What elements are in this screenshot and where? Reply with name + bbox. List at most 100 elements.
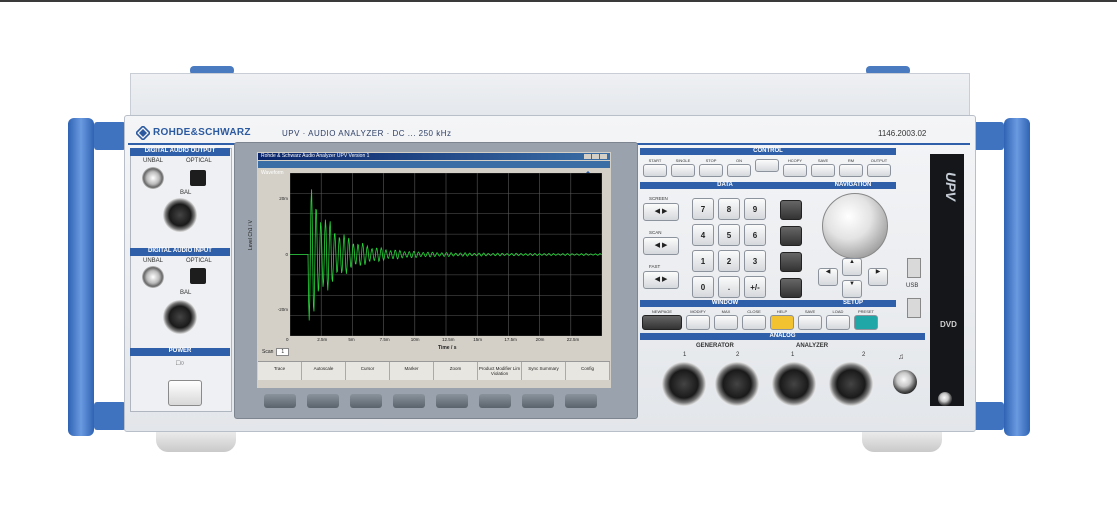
y-tick-layer: 20m 0 -20m bbox=[266, 173, 288, 336]
brand-logo bbox=[134, 124, 152, 142]
control-key-2[interactable]: SINGLE bbox=[671, 158, 695, 180]
window-key-cap[interactable] bbox=[854, 315, 878, 330]
window-key-5[interactable]: HELP bbox=[770, 309, 794, 331]
window-controls[interactable] bbox=[584, 154, 608, 159]
control-key-1[interactable]: START bbox=[643, 158, 667, 180]
control-key-row: START SINGLE STOP ON HCOPY SAVE RM OUTPUT bbox=[643, 158, 895, 180]
window-key-3[interactable]: MAX bbox=[714, 309, 738, 331]
softkey-button-1[interactable] bbox=[264, 394, 296, 408]
undo-key[interactable] bbox=[780, 226, 802, 246]
window-key-cap[interactable] bbox=[798, 315, 822, 330]
control-key-cap[interactable] bbox=[699, 164, 723, 177]
usb-port-1[interactable] bbox=[907, 258, 921, 278]
control-key-cap[interactable] bbox=[643, 164, 667, 177]
control-key-cap[interactable] bbox=[671, 164, 695, 177]
window-key-cap[interactable] bbox=[686, 315, 710, 330]
window-key-cap[interactable] bbox=[826, 315, 850, 330]
keypad-key[interactable]: 0 bbox=[692, 276, 714, 298]
softkey-button-4[interactable] bbox=[393, 394, 425, 408]
keypad-key[interactable]: 7 bbox=[692, 198, 714, 220]
control-key-cap[interactable] bbox=[811, 164, 835, 177]
rack-handle-left[interactable] bbox=[68, 118, 94, 436]
x-axis-label: Time / s bbox=[438, 345, 457, 351]
nav-side-label: FAST bbox=[649, 264, 661, 269]
window-key-cap[interactable] bbox=[714, 315, 738, 330]
generator-output-1[interactable] bbox=[662, 362, 706, 406]
scale-value[interactable]: 1 bbox=[276, 348, 290, 356]
window-key-cap[interactable] bbox=[770, 315, 794, 330]
control-key-6[interactable]: HCOPY bbox=[783, 158, 807, 180]
window-key-6[interactable]: SAVE bbox=[798, 309, 822, 331]
window-key-cap[interactable] bbox=[642, 315, 682, 330]
digital-out-unbal-connector[interactable] bbox=[142, 167, 164, 189]
control-key-9[interactable]: OUTPUT bbox=[867, 158, 891, 180]
keypad-key[interactable]: 2 bbox=[718, 250, 740, 272]
menu-key[interactable] bbox=[780, 200, 802, 220]
control-key-cap[interactable] bbox=[727, 164, 751, 177]
keypad-key[interactable]: 9 bbox=[744, 198, 766, 220]
softkey-button-7[interactable] bbox=[522, 394, 554, 408]
optical-label: OPTICAL bbox=[186, 158, 212, 164]
generator-output-2[interactable] bbox=[715, 362, 759, 406]
bal-label: BAL bbox=[180, 190, 192, 196]
softkey-button-2[interactable] bbox=[307, 394, 339, 408]
softkey-button-8[interactable] bbox=[565, 394, 597, 408]
waveform-plot[interactable] bbox=[289, 172, 603, 337]
nav-right-key[interactable]: ▶ bbox=[868, 268, 888, 286]
headphone-jack[interactable] bbox=[893, 370, 917, 394]
nav-down-key[interactable]: ▼ bbox=[842, 280, 862, 298]
nav-side-key-2[interactable]: ◀ ▶ bbox=[643, 237, 679, 255]
control-key-7[interactable]: SAVE bbox=[811, 158, 835, 180]
minimize-icon[interactable] bbox=[584, 154, 591, 159]
esc-key[interactable] bbox=[780, 252, 802, 272]
window-key-8[interactable]: PRESET bbox=[854, 309, 878, 331]
enter-key[interactable] bbox=[780, 278, 802, 298]
keypad-key[interactable]: 6 bbox=[744, 224, 766, 246]
digital-in-optical-port[interactable] bbox=[190, 268, 206, 284]
control-key-cap[interactable] bbox=[839, 164, 863, 177]
keypad-key[interactable]: 4 bbox=[692, 224, 714, 246]
rotary-knob[interactable] bbox=[822, 193, 888, 259]
nav-left-key[interactable]: ◀ bbox=[818, 268, 838, 286]
keypad-key[interactable]: +/- bbox=[744, 276, 766, 298]
keypad-key[interactable]: 8 bbox=[718, 198, 740, 220]
softkey-label: Product Modifier Lim Violation bbox=[478, 362, 522, 380]
control-key-cap[interactable] bbox=[867, 164, 891, 177]
softkey-button-6[interactable] bbox=[479, 394, 511, 408]
window-key-4[interactable]: CLOSE bbox=[742, 309, 766, 331]
control-key-4[interactable]: ON bbox=[727, 158, 751, 180]
softkey-button-3[interactable] bbox=[350, 394, 382, 408]
rack-handle-right[interactable] bbox=[1004, 118, 1030, 436]
analyzer-input-2[interactable] bbox=[829, 362, 873, 406]
analyzer-input-1[interactable] bbox=[772, 362, 816, 406]
window-key-2[interactable]: MODIFY bbox=[686, 309, 710, 331]
control-key-3[interactable]: STOP bbox=[699, 158, 723, 180]
close-icon[interactable] bbox=[600, 154, 607, 159]
control-key-8[interactable]: RM bbox=[839, 158, 863, 180]
nav-up-key[interactable]: ▲ bbox=[842, 258, 862, 276]
keypad-key[interactable]: . bbox=[718, 276, 740, 298]
x-tick-label: 12.5m bbox=[442, 337, 455, 342]
control-key-cap[interactable] bbox=[783, 164, 807, 177]
keypad-key[interactable]: 1 bbox=[692, 250, 714, 272]
digital-in-unbal-connector[interactable] bbox=[142, 266, 164, 288]
window-key-cap[interactable] bbox=[742, 315, 766, 330]
x-tick-layer: 0 2.5m 5m 7.5m 10m 12.5m 15m 17.5m 20m 22.5m bbox=[286, 337, 602, 345]
digital-out-bal-connector[interactable] bbox=[163, 198, 197, 232]
usb-port-2[interactable] bbox=[907, 298, 921, 318]
maximize-icon[interactable] bbox=[592, 154, 599, 159]
digital-in-bal-connector[interactable] bbox=[163, 300, 197, 334]
drive-eject-port[interactable] bbox=[938, 392, 952, 406]
nav-side-key-1[interactable]: ◀ ▶ bbox=[643, 203, 679, 221]
keypad-key[interactable]: 3 bbox=[744, 250, 766, 272]
control-key-5[interactable] bbox=[755, 158, 779, 180]
power-button[interactable] bbox=[168, 380, 202, 406]
window-key-1[interactable]: NEWPAGE bbox=[642, 309, 682, 331]
control-key-cap[interactable] bbox=[755, 159, 779, 172]
x-tick-label: 0 bbox=[286, 337, 289, 342]
digital-out-optical-port[interactable] bbox=[190, 170, 206, 186]
softkey-button-5[interactable] bbox=[436, 394, 468, 408]
keypad-key[interactable]: 5 bbox=[718, 224, 740, 246]
nav-side-key-3[interactable]: ◀ ▶ bbox=[643, 271, 679, 289]
window-key-7[interactable]: LOAD bbox=[826, 309, 850, 331]
